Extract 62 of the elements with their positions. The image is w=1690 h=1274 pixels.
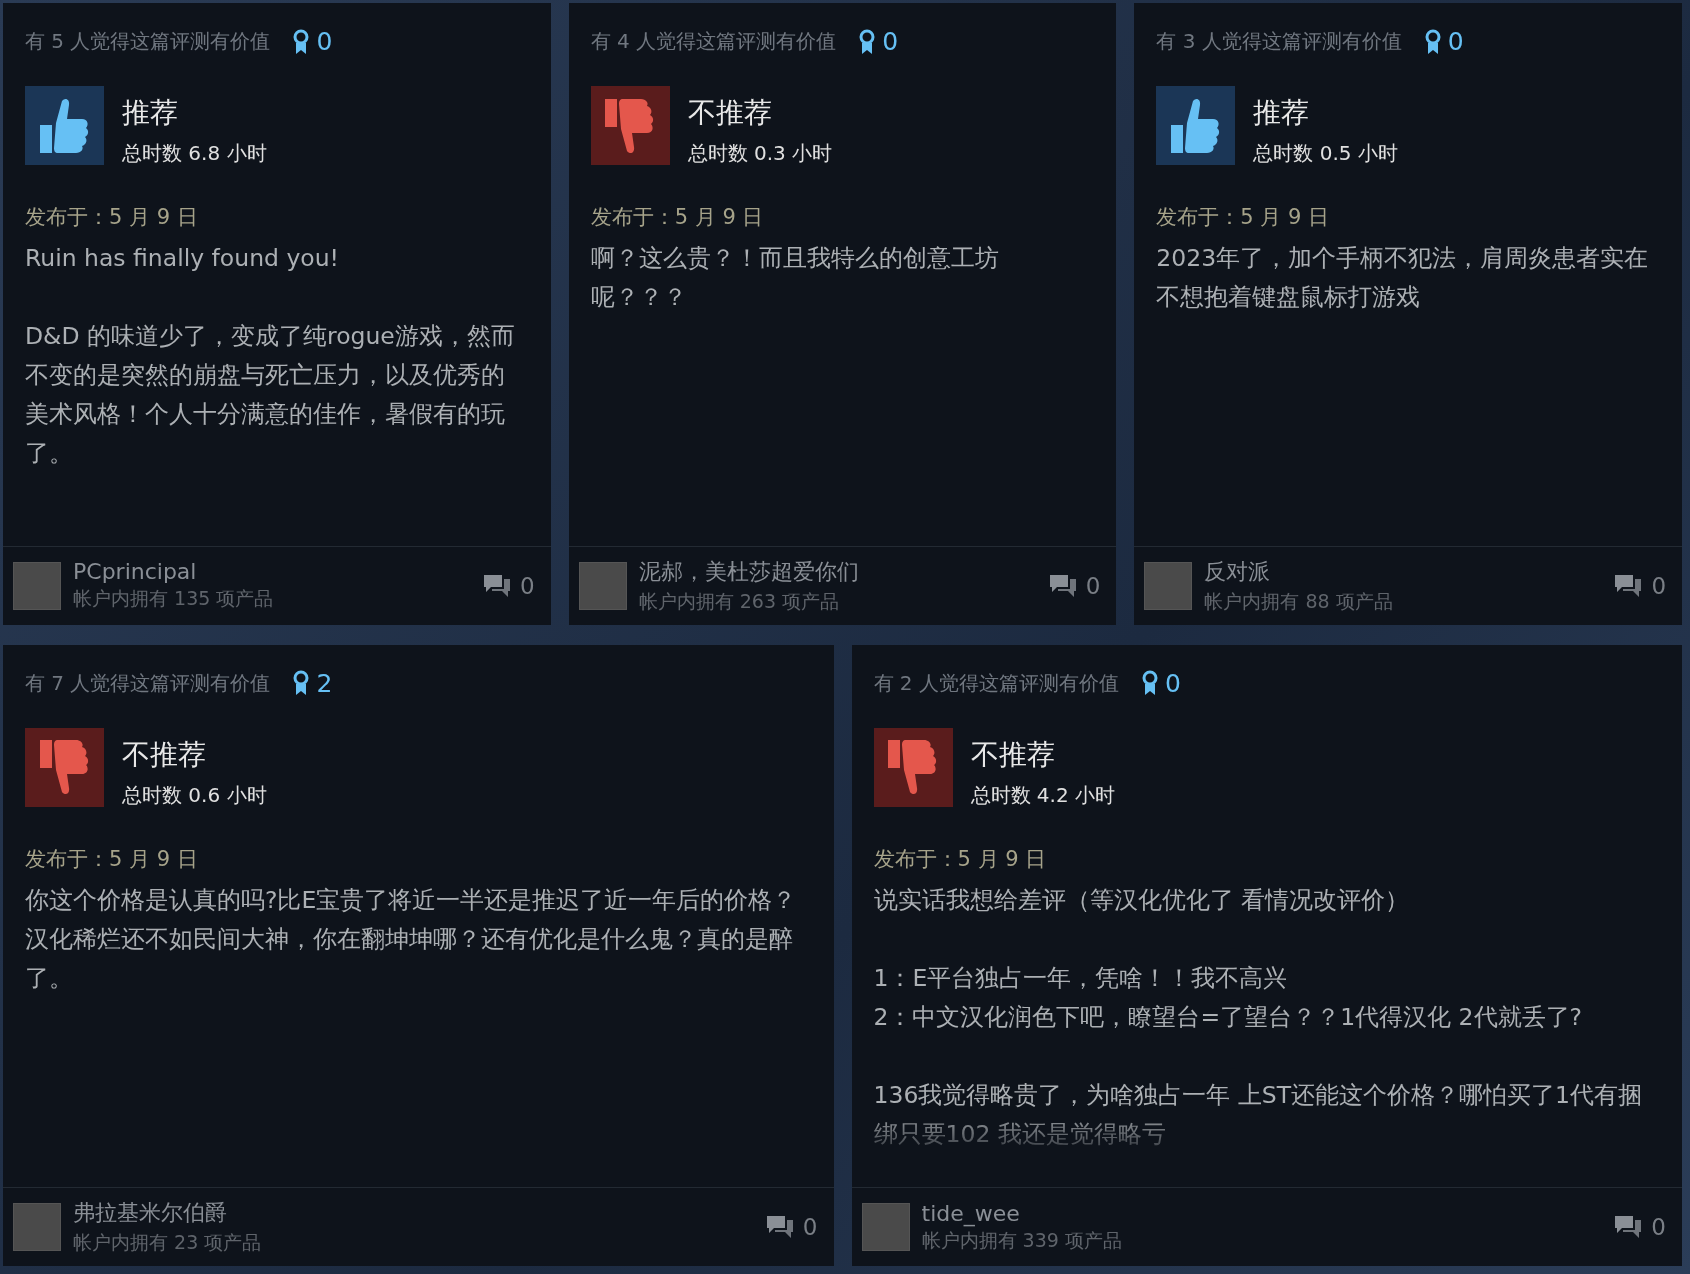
award-count: 2 bbox=[316, 668, 333, 698]
verdict-title: 推荐 bbox=[122, 95, 179, 131]
author-name[interactable]: tide_wee bbox=[921, 1200, 1602, 1226]
products-owned-text: 帐户内拥有 339 项产品 bbox=[921, 1227, 1123, 1253]
review-paragraph: D&D 的味道少了，变成了纯rogue游戏，然而不变的是突然的崩盘与死亡压力，以及优秀的美术风格！个人十分满意的佳作，暑假有的玩了。 bbox=[25, 321, 516, 469]
helpful-count-text: 有 7 人觉得这篇评测有价值 bbox=[25, 669, 271, 697]
review-paragraph: 啊？这么贵？！而且我特么的创意工坊呢？？？ bbox=[590, 243, 1000, 313]
comment-count: 0 bbox=[1651, 572, 1666, 599]
products-owned-text: 帐户内拥有 88 项产品 bbox=[1204, 588, 1394, 614]
review-paragraph: 136我觉得略贵了，为啥独占一年 上ST还能这个价格？哪怕买了1代有捆绑只要102 我还是觉得略亏 bbox=[873, 1079, 1644, 1150]
award-count: 0 bbox=[1447, 27, 1464, 56]
avatar-placeholder[interactable] bbox=[578, 561, 627, 610]
avatar-placeholder[interactable] bbox=[13, 561, 61, 610]
verdict-title: 不推荐 bbox=[970, 736, 1056, 773]
comment-count: 0 bbox=[1651, 1214, 1666, 1240]
review-paragraph: 2023年了，加个手柄不犯法，肩周炎患者实在不想抱着键盘鼠标打游戏 bbox=[1156, 243, 1650, 313]
products-owned-text: 帐户内拥有 263 项产品 bbox=[638, 588, 841, 614]
award-icon[interactable] bbox=[292, 670, 311, 696]
posted-date: 发布于：5 月 9 日 bbox=[589, 204, 765, 231]
posted-date: 发布于：5 月 9 日 bbox=[1155, 204, 1331, 231]
award-count: 0 bbox=[316, 27, 333, 56]
comments-icon[interactable] bbox=[1613, 1214, 1644, 1240]
comments-icon[interactable] bbox=[1047, 572, 1078, 599]
award-icon[interactable] bbox=[1140, 670, 1159, 696]
author-name[interactable]: PCprincipal bbox=[73, 559, 471, 584]
posted-date: 发布于：5 月 9 日 bbox=[24, 845, 199, 873]
products-owned-text: 帐户内拥有 23 项产品 bbox=[73, 1230, 263, 1255]
comment-count: 0 bbox=[1085, 572, 1101, 599]
avatar-placeholder[interactable] bbox=[1144, 561, 1193, 610]
award-icon[interactable] bbox=[1423, 28, 1442, 55]
posted-date: 发布于：5 月 9 日 bbox=[24, 204, 199, 231]
helpful-count-text: 有 2 人觉得这篇评测有价值 bbox=[873, 669, 1119, 697]
verdict-title: 不推荐 bbox=[122, 736, 207, 773]
playtime-text: 总时数 0.6 小时 bbox=[122, 781, 267, 809]
comments-icon[interactable] bbox=[1613, 572, 1644, 599]
playtime-text: 总时数 4.2 小时 bbox=[970, 781, 1116, 809]
review-paragraph: 你这个价格是认真的吗?比E宝贵了将近一半还是推迟了近一年后的价格？汉化稀烂还不如民间大神，你在翻坤坤哪？还有优化是什么鬼？真的是醉了。 bbox=[25, 884, 798, 994]
helpful-count-text: 有 4 人觉得这篇评测有价值 bbox=[590, 28, 837, 55]
verdict-title: 不推荐 bbox=[687, 95, 773, 131]
review-paragraph: Ruin has finally found you! bbox=[25, 243, 341, 274]
posted-date: 发布于：5 月 9 日 bbox=[872, 845, 1048, 873]
playtime-text: 总时数 6.8 小时 bbox=[122, 140, 267, 167]
playtime-text: 总时数 0.3 小时 bbox=[687, 140, 833, 167]
review-paragraph: 说实话我想给差评（等汉化优化了 看情况改评价） bbox=[873, 884, 1410, 916]
playtime-text: 总时数 0.5 小时 bbox=[1253, 140, 1398, 167]
comment-count: 0 bbox=[520, 572, 535, 599]
avatar-placeholder[interactable] bbox=[861, 1203, 910, 1251]
comments-icon[interactable] bbox=[764, 1214, 795, 1240]
verdict-title: 推荐 bbox=[1253, 95, 1311, 131]
author-name[interactable]: 弗拉基米尔伯爵 bbox=[73, 1198, 753, 1228]
award-icon[interactable] bbox=[858, 28, 877, 55]
author-name[interactable]: 反对派 bbox=[1204, 556, 1602, 587]
helpful-count-text: 有 3 人觉得这篇评测有价值 bbox=[1156, 28, 1402, 55]
comment-count: 0 bbox=[802, 1214, 818, 1240]
author-name[interactable]: 泥郝，美杜莎超爱你们 bbox=[638, 556, 1036, 587]
review-paragraph: 1：E平台独占一年，凭啥！！我不高兴 2：中文汉化润色下吧，瞭望台=了望台？？1代得汉化 2代就丢了? bbox=[873, 962, 1583, 1033]
award-count: 0 bbox=[1164, 668, 1181, 698]
products-owned-text: 帐户内拥有 135 项产品 bbox=[73, 586, 275, 611]
award-count: 0 bbox=[882, 27, 899, 56]
helpful-count-text: 有 5 人觉得这篇评测有价值 bbox=[25, 28, 271, 55]
award-icon[interactable] bbox=[292, 28, 311, 55]
comments-icon[interactable] bbox=[482, 572, 513, 599]
